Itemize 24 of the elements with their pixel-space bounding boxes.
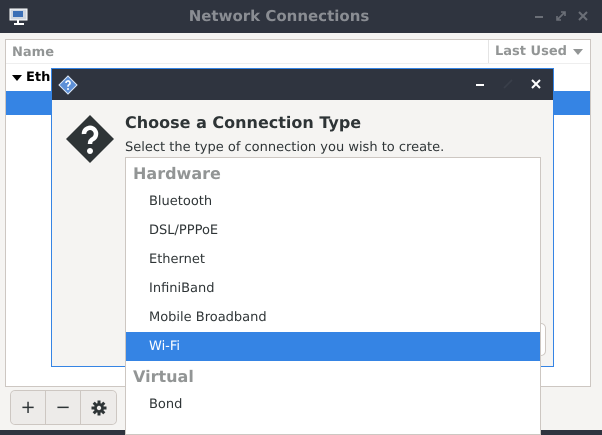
- question-icon: [65, 114, 115, 164]
- add-button[interactable]: +: [11, 391, 46, 424]
- remove-button[interactable]: −: [46, 391, 81, 424]
- menu-item[interactable]: Bond: [126, 390, 540, 419]
- question-icon: [58, 74, 78, 94]
- maximize-icon: [556, 11, 566, 22]
- window-title: Network Connections: [188, 6, 370, 28]
- menu-item[interactable]: DSL/PPPoE: [126, 216, 540, 245]
- close-icon: [531, 79, 541, 90]
- network-icon: [8, 6, 30, 26]
- dialog-subtitle: Select the type of connection you wish to create.: [125, 140, 444, 155]
- gear-icon: [90, 400, 106, 416]
- section-header: Hardware: [132, 163, 222, 185]
- settings-button[interactable]: [81, 391, 116, 424]
- menu-item[interactable]: Bluetooth: [126, 187, 540, 216]
- close-icon: [578, 11, 588, 22]
- menu-item[interactable]: Ethernet: [126, 245, 540, 274]
- menu-item[interactable]: Mobile Broadband: [126, 303, 540, 332]
- expander-icon[interactable]: [12, 72, 22, 82]
- dialog-heading: Choose a Connection Type: [125, 113, 362, 132]
- menu-item[interactable]: Wi-Fi: [126, 332, 540, 361]
- group-label: Eth: [26, 68, 50, 87]
- menu-item[interactable]: InfiniBand: [126, 274, 540, 303]
- section-header: Virtual: [132, 366, 195, 388]
